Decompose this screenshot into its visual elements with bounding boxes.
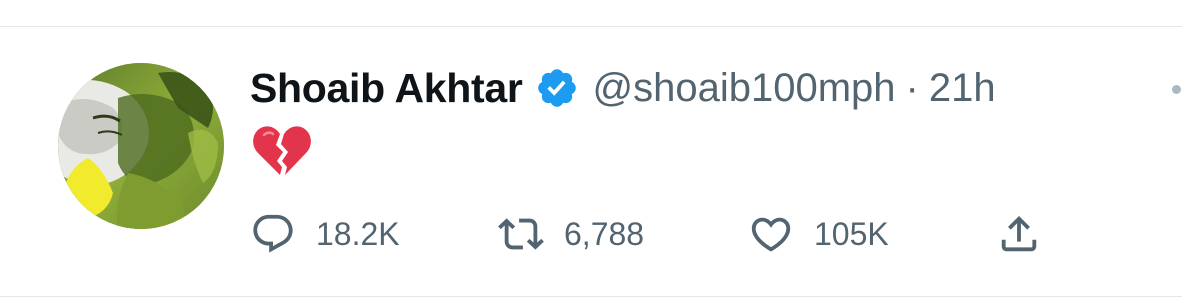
bottom-divider [0,296,1182,297]
reply-icon [253,214,293,253]
author-name[interactable]: Shoaib Akhtar [250,65,523,112]
retweet-button[interactable]: 6,788 [498,209,644,259]
share-button[interactable] [996,209,1042,259]
retweet-count: 6,788 [564,215,645,252]
timestamp[interactable]: 21h [929,66,996,111]
reply-button[interactable]: 18.2K [250,209,400,259]
tweet[interactable]: Shoaib Akhtar @shoaib100mph · 21h 18.2K [0,27,1182,296]
separator-dot: · [905,65,919,110]
share-icon [1001,215,1037,252]
author-handle[interactable]: @shoaib100mph [593,66,896,111]
heart-icon [751,217,791,252]
avatar-photo [58,63,224,229]
reply-count: 18.2K [316,215,400,252]
broken-heart-icon [253,126,311,175]
verified-badge-icon [535,66,579,110]
like-count: 105K [814,215,889,252]
more-icon[interactable] [1172,85,1182,95]
tweet-actions: 18.2K 6,788 105K [250,209,1070,259]
avatar[interactable] [58,63,224,229]
tweet-content [252,123,322,183]
tweet-header: Shoaib Akhtar @shoaib100mph · 21h [250,63,996,113]
retweet-icon [498,218,544,250]
like-button[interactable]: 105K [748,209,889,259]
